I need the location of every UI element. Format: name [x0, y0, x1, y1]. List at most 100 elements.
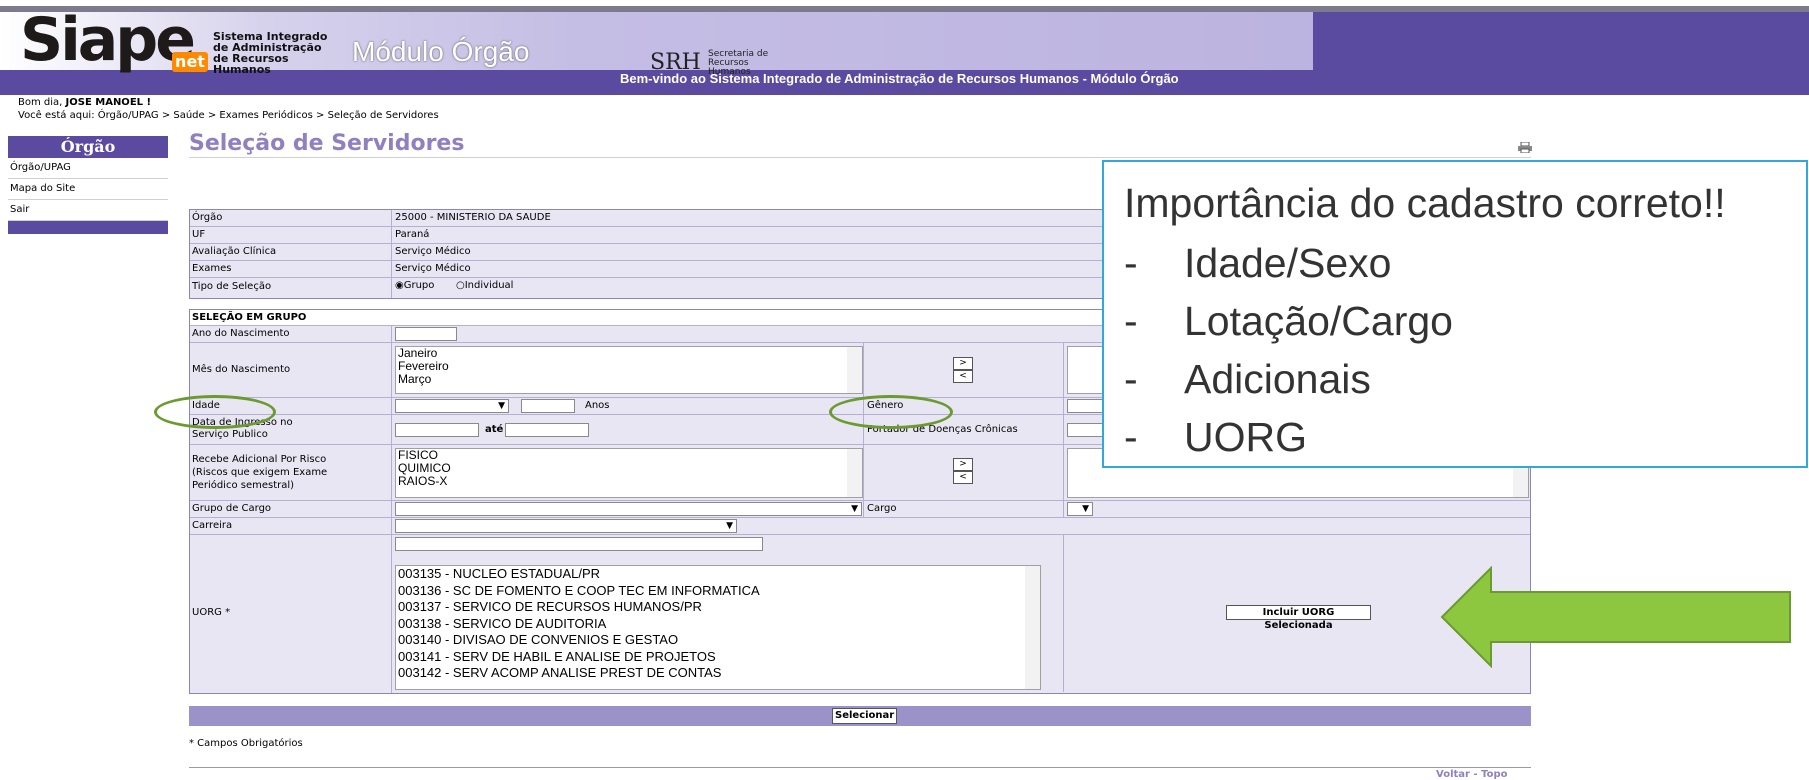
chevron-down-icon: ▼: [851, 504, 858, 514]
birth-month-label: Mês do Nascimento: [192, 364, 291, 375]
birth-year-input[interactable]: [395, 327, 457, 341]
link-separator: -: [1469, 769, 1482, 780]
age-highlight-oval: [154, 395, 276, 429]
uorg-option[interactable]: 003136 - SC DE FOMENTO E COOP TEC EM INF…: [396, 583, 1040, 600]
risk-list[interactable]: FISICO QUIMICO RAIOS-X: [395, 448, 863, 498]
uorg-option[interactable]: 003138 - SERVICO DE AUDITORIA: [396, 616, 1040, 633]
sidebar-item-sair[interactable]: Sair: [8, 200, 168, 221]
orgao-value: 25000 - MINISTERIO DA SAUDE: [395, 212, 551, 223]
callout-item: - Idade/Sexo: [1124, 240, 1392, 286]
career-select[interactable]: ▼: [395, 519, 737, 533]
callout-item-text: Adicionais: [1184, 356, 1371, 402]
uorg-option[interactable]: 003142 - SERV ACOMP ANALISE PREST DE CON…: [396, 665, 1040, 682]
risk-option[interactable]: RAIOS-X: [396, 475, 862, 488]
age-input[interactable]: [521, 399, 575, 413]
month-move-right-button[interactable]: >: [953, 357, 973, 370]
job-group-select[interactable]: ▼: [395, 502, 862, 516]
radio-individual[interactable]: ○Individual: [456, 280, 513, 291]
job-label: Cargo: [867, 503, 897, 514]
uf-label: UF: [192, 229, 206, 240]
row-career: Carreira ▼: [190, 518, 1530, 535]
left-arrow-icon: [1440, 566, 1791, 668]
module-name: Módulo Órgão: [352, 36, 530, 67]
bottom-links: Voltar - Topo: [1436, 769, 1507, 780]
birth-year-label: Ano do Nascimento: [192, 328, 290, 339]
avaliacao-value: Serviço Médico: [395, 246, 471, 257]
chevron-down-icon: ▼: [726, 521, 733, 531]
callout-item: - Lotação/Cargo: [1124, 298, 1453, 344]
age-operator-select[interactable]: ▼: [395, 399, 509, 413]
exames-label: Exames: [192, 263, 232, 274]
row-job-group: Grupo de Cargo ▼ Cargo ▼: [190, 501, 1530, 518]
callout-item: - Adicionais: [1124, 356, 1371, 402]
greeting: Bom dia, JOSE MANOEL !: [18, 97, 151, 108]
section-title: SELEÇÃO EM GRUPO: [192, 312, 307, 323]
uorg-label: UORG *: [192, 607, 231, 618]
radio-grupo-label: Grupo: [403, 280, 435, 291]
welcome-text: Bem-vindo ao Sistema Integrado de Admini…: [620, 71, 1179, 86]
orgao-label: Órgão: [192, 212, 223, 223]
radio-individual-label: Individual: [464, 280, 514, 291]
net-logo: net: [172, 52, 208, 72]
row-uorg: UORG * 003135 - NUCLEO ESTADUAL/PR 00313…: [190, 535, 1530, 692]
risk-label: Recebe Adicional Por Risco (Riscos que e…: [192, 454, 328, 491]
page-title: Seleção de Servidores: [189, 131, 465, 156]
month-option[interactable]: Março: [396, 373, 862, 386]
avaliacao-label: Avaliação Clínica: [192, 246, 277, 257]
uf-value: Paraná: [395, 229, 430, 240]
callout-item-text: UORG: [1184, 414, 1307, 460]
sidebar-item-orgao-upag[interactable]: Órgão/UPAG: [8, 158, 168, 179]
entry-date-end-input[interactable]: [505, 423, 589, 437]
tipo-label: Tipo de Seleção: [192, 281, 272, 292]
sidebar-item-mapa-do-site[interactable]: Mapa do Site: [8, 179, 168, 200]
sidebar: Órgão Órgão/UPAG Mapa do Site Sair: [8, 136, 168, 234]
print-icon[interactable]: [1518, 142, 1532, 153]
entry-date-start-input[interactable]: [395, 423, 479, 437]
callout-box: Importância do cadastro correto!! - Idade…: [1102, 160, 1808, 468]
uorg-option[interactable]: 003140 - DIVISAO DE CONVENIOS E GESTAO: [396, 632, 1040, 649]
uorg-filter-input[interactable]: [395, 537, 763, 551]
uorg-option[interactable]: 003137 - SERVICO DE RECURSOS HUMANOS/PR: [396, 599, 1040, 616]
birth-month-list[interactable]: Janeiro Fevereiro Março: [395, 346, 863, 394]
career-label: Carreira: [192, 520, 233, 531]
exames-value: Serviço Médico: [395, 263, 471, 274]
uorg-option[interactable]: 003141 - SERV DE HABIL E ANALISE DE PROJ…: [396, 649, 1040, 666]
chevron-down-icon: ▼: [1082, 504, 1089, 514]
month-option[interactable]: Janeiro: [396, 347, 862, 360]
callout-title: Importância do cadastro correto!!: [1124, 180, 1726, 226]
uorg-option[interactable]: 003135 - NUCLEO ESTADUAL/PR: [396, 566, 1040, 583]
callout-item-text: Idade/Sexo: [1184, 240, 1392, 286]
select-button[interactable]: Selecionar: [832, 708, 898, 724]
required-note: * Campos Obrigatórios: [189, 738, 303, 749]
gender-highlight-oval: [829, 395, 953, 429]
siape-logo: Siape: [20, 5, 196, 75]
uorg-scrollbar[interactable]: [1025, 566, 1040, 689]
month-option[interactable]: Fevereiro: [396, 360, 862, 373]
risk-move-right-button[interactable]: >: [953, 458, 973, 471]
month-move-left-button[interactable]: <: [953, 370, 973, 383]
risk-move-left-button[interactable]: <: [953, 471, 973, 484]
system-name: Sistema Integrado de Administração de Re…: [213, 30, 328, 76]
bottom-divider: [189, 767, 1531, 768]
sidebar-footer: [8, 221, 168, 234]
risk-option[interactable]: QUIMICO: [396, 462, 862, 475]
month-scrollbar[interactable]: [847, 347, 862, 393]
top-link[interactable]: Topo: [1481, 769, 1507, 780]
greeting-prefix: Bom dia,: [18, 97, 66, 108]
uorg-list[interactable]: 003135 - NUCLEO ESTADUAL/PR 003136 - SC …: [395, 565, 1041, 690]
back-link[interactable]: Voltar: [1436, 769, 1470, 780]
until-label: até: [485, 424, 504, 435]
risk-scrollbar[interactable]: [847, 449, 862, 497]
callout-item-text: Lotação/Cargo: [1184, 298, 1453, 344]
risk-option[interactable]: FISICO: [396, 449, 862, 462]
title-divider: [189, 157, 1531, 158]
sidebar-title: Órgão: [8, 136, 168, 158]
breadcrumb: Você está aqui: Órgão/UPAG > Saúde > Exa…: [18, 110, 439, 121]
job-select[interactable]: ▼: [1067, 502, 1093, 516]
callout-item: - UORG: [1124, 414, 1307, 460]
include-uorg-button[interactable]: Incluir UORG Selecionada: [1226, 605, 1371, 631]
chevron-down-icon: ▼: [498, 401, 505, 411]
user-name: JOSE MANOEL !: [65, 97, 152, 108]
radio-group[interactable]: ◉Grupo: [395, 280, 434, 291]
job-group-label: Grupo de Cargo: [192, 503, 272, 514]
